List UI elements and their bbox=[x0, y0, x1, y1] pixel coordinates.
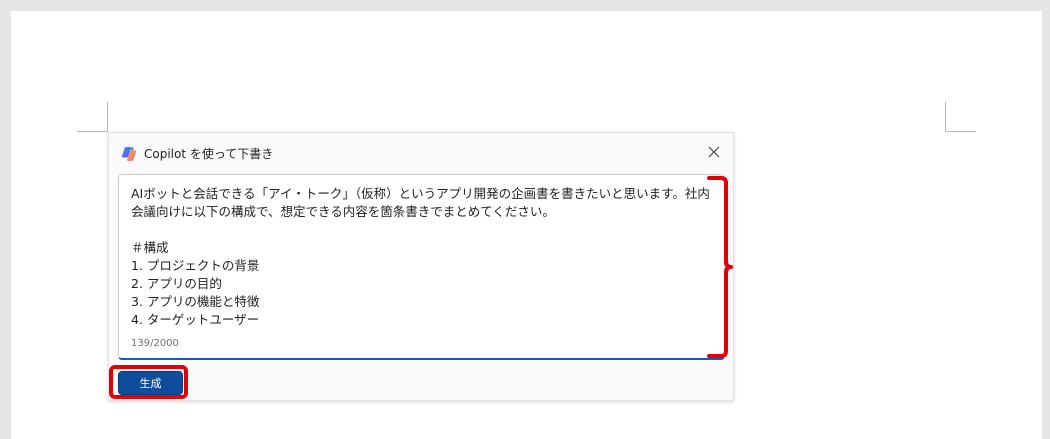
margin-mark-top-left-horizontal bbox=[77, 131, 108, 132]
document-page: Copilot を使って下書き AIボットと会話できる「アイ・トーク」（仮称）と… bbox=[11, 11, 1042, 439]
dialog-title: Copilot を使って下書き bbox=[144, 147, 274, 161]
generate-button[interactable]: 生成 bbox=[118, 371, 183, 395]
copilot-draft-dialog: Copilot を使って下書き AIボットと会話できる「アイ・トーク」（仮称）と… bbox=[108, 132, 734, 401]
margin-mark-top-right-horizontal bbox=[945, 131, 976, 132]
margin-mark-top-right-vertical bbox=[945, 102, 946, 132]
prompt-text: AIボットと会話できる「アイ・トーク」（仮称）というアプリ開発の企画書を書きたい… bbox=[131, 186, 710, 327]
margin-mark-top-left-vertical bbox=[107, 102, 108, 132]
close-icon bbox=[708, 146, 720, 158]
close-button[interactable] bbox=[703, 141, 725, 163]
dialog-header: Copilot を使って下書き bbox=[109, 133, 733, 173]
character-counter: 139/2000 bbox=[131, 338, 179, 349]
copilot-logo-icon bbox=[121, 147, 137, 161]
prompt-input[interactable]: AIボットと会話できる「アイ・トーク」（仮称）というアプリ開発の企画書を書きたい… bbox=[118, 174, 725, 360]
